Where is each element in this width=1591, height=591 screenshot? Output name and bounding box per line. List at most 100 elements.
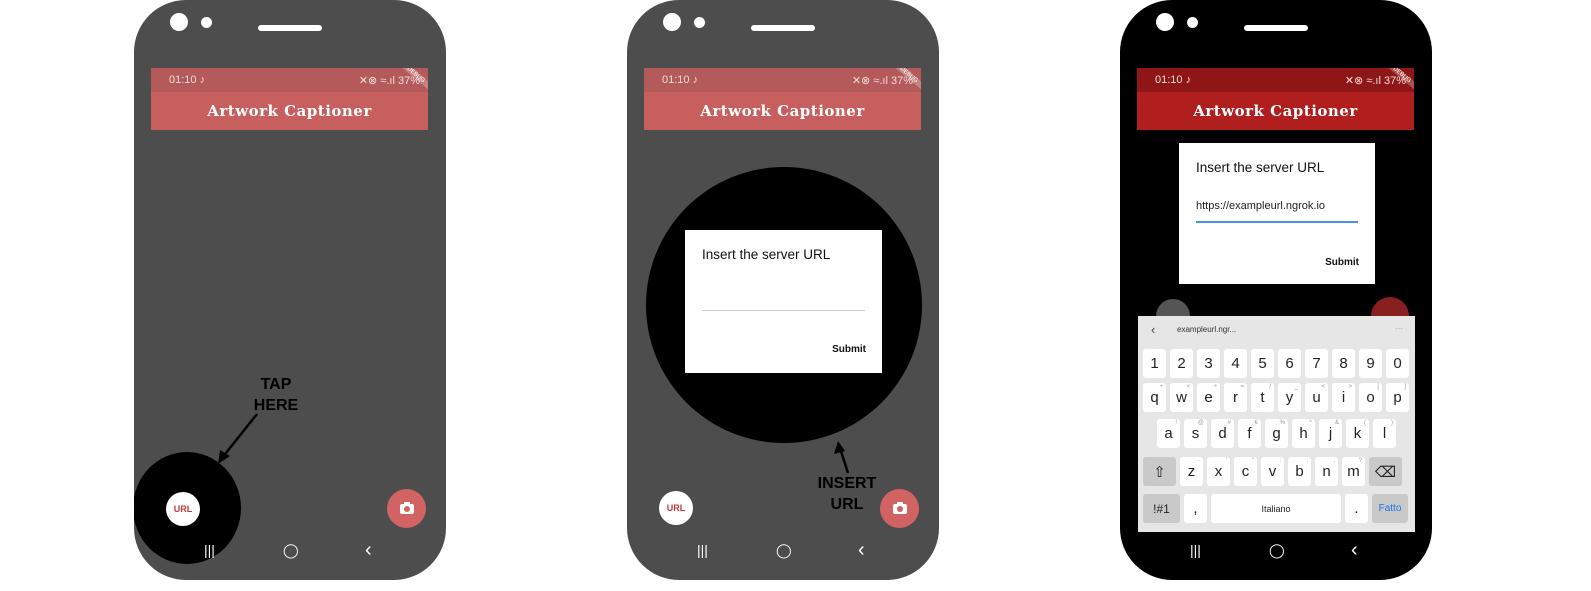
status-bar: 01:10 ♪ ✕⊗ ≈.ıl 37% DEBUG (1137, 68, 1414, 92)
key[interactable]: s @ (1184, 419, 1207, 448)
key[interactable]: 2 (1170, 349, 1193, 378)
app-screen: 01:10 ♪ ✕⊗ ≈.ıl 37% DEBUG Artwork Captio… (151, 68, 428, 130)
key[interactable]: j & (1319, 419, 1342, 448)
key[interactable]: f € (1238, 419, 1261, 448)
key-label: f (1247, 425, 1252, 442)
key-alt-label: @ (1197, 420, 1204, 426)
key-alt-label: # (1227, 420, 1231, 426)
key[interactable]: a! (1157, 419, 1180, 448)
key[interactable]: y _ (1278, 383, 1301, 412)
url-button[interactable]: URL (166, 492, 200, 526)
key-label: p (1393, 389, 1402, 406)
key-label: 1 (1150, 355, 1159, 372)
front-camera (170, 13, 188, 31)
back-icon[interactable]: ‹ (858, 540, 865, 560)
key[interactable]: h ^ (1292, 419, 1315, 448)
key[interactable]: o[ (1359, 383, 1382, 412)
key-alt-label: € (1254, 420, 1258, 426)
camera-button[interactable] (387, 489, 426, 528)
period-key[interactable]: . (1345, 494, 1368, 523)
key[interactable]: r = (1224, 383, 1247, 412)
front-camera (1156, 13, 1174, 31)
symbols-key[interactable]: !#1 (1143, 494, 1180, 523)
url-input[interactable] (702, 292, 865, 311)
key[interactable]: 0 (1386, 349, 1409, 378)
bottom-row: !#1 , Italiano . Fatto (1143, 494, 1408, 523)
home-icon[interactable]: ◯ (776, 540, 792, 560)
key-label: a (1164, 425, 1173, 442)
key[interactable]: d # (1211, 419, 1234, 448)
chevron-left-icon[interactable]: ‹ (1151, 322, 1155, 337)
number-row: 1 2 3 4 5 6 7 8 9 0 (1143, 349, 1409, 378)
callout-line-2: URL (830, 496, 864, 513)
key[interactable]: q + (1143, 383, 1166, 412)
done-key[interactable]: Fatto (1372, 494, 1408, 523)
camera-button[interactable] (880, 489, 919, 528)
key[interactable]: u < (1305, 383, 1328, 412)
key[interactable]: p] (1386, 383, 1409, 412)
key[interactable]: 7 (1305, 349, 1328, 378)
more-icon[interactable]: ··· (1395, 324, 1403, 333)
sensor (1187, 17, 1198, 28)
home-icon[interactable]: ◯ (283, 540, 299, 560)
phone-mockup-tap: 01:10 ♪ ✕⊗ ≈.ıl 37% DEBUG Artwork Captio… (134, 0, 446, 580)
recents-icon[interactable]: ||| (697, 540, 708, 560)
recents-icon[interactable]: ||| (204, 540, 215, 560)
key[interactable]: t / (1251, 383, 1274, 412)
shift-key[interactable]: ⇧ (1143, 457, 1176, 486)
key[interactable]: b; (1288, 457, 1311, 486)
key-label: j (1328, 425, 1333, 442)
key[interactable]: c " (1234, 457, 1257, 486)
symbols-label: !#1 (1153, 501, 1170, 516)
submit-button[interactable]: Submit (1325, 257, 1359, 268)
key[interactable]: 8 (1332, 349, 1355, 378)
period-label: . (1354, 500, 1359, 517)
home-icon[interactable]: ◯ (1269, 540, 1285, 560)
key[interactable]: w × (1170, 383, 1193, 412)
app-title: Artwork Captioner (644, 92, 921, 130)
recents-icon[interactable]: ||| (1190, 540, 1201, 560)
key[interactable]: 1 (1143, 349, 1166, 378)
backspace-key[interactable]: ⌫ (1369, 457, 1402, 486)
key[interactable]: n, (1315, 457, 1338, 486)
space-key[interactable]: Italiano (1211, 494, 1341, 523)
key[interactable]: v: (1261, 457, 1284, 486)
key[interactable]: i > (1332, 383, 1355, 412)
key-label: i (1341, 389, 1346, 406)
suggestion-chip[interactable]: exampleurl.ngr... (1177, 325, 1236, 334)
key[interactable]: g% (1265, 419, 1288, 448)
comma-key[interactable]: , (1184, 494, 1207, 523)
key-alt-label: [ (1377, 384, 1379, 390)
key-alt-label: ] (1404, 384, 1406, 390)
insert-arrow (834, 441, 850, 474)
url-input[interactable]: https://exampleurl.ngrok.io (1196, 199, 1358, 223)
key[interactable]: l) (1373, 419, 1396, 448)
key-label: w (1176, 389, 1187, 406)
soft-keyboard: ‹ exampleurl.ngr... ··· 1234567890 q + w × e… (1138, 316, 1415, 532)
key-label: y (1285, 389, 1294, 406)
key-label: q (1150, 389, 1159, 406)
back-icon[interactable]: ‹ (1351, 540, 1358, 560)
key[interactable]: 9 (1359, 349, 1382, 378)
key[interactable]: 6 (1278, 349, 1301, 378)
back-icon[interactable]: ‹ (365, 540, 372, 560)
key[interactable]: 5 (1251, 349, 1274, 378)
key[interactable]: 3 (1197, 349, 1220, 378)
suggestion-bar: ‹ exampleurl.ngr... ··· (1138, 316, 1415, 344)
key[interactable]: z- (1180, 457, 1203, 486)
status-bar: 01:10 ♪ ✕⊗ ≈.ıl 37% DEBUG (151, 68, 428, 92)
key-label: 4 (1231, 355, 1240, 372)
key[interactable]: x ' (1207, 457, 1230, 486)
app-screen: 01:10 ♪ ✕⊗ ≈.ıl 37% DEBUG Artwork Captio… (644, 68, 921, 130)
front-camera (663, 13, 681, 31)
key[interactable]: 4 (1224, 349, 1247, 378)
key[interactable]: m? (1342, 457, 1365, 486)
url-button[interactable]: URL (659, 491, 693, 525)
submit-button[interactable]: Submit (832, 344, 866, 355)
key[interactable]: k( (1346, 419, 1369, 448)
key-label: 5 (1258, 355, 1267, 372)
url-dialog: Insert the server URL https://exampleurl… (1179, 143, 1375, 284)
dialog-title: Insert the server URL (702, 247, 831, 262)
key[interactable]: e ÷ (1197, 383, 1220, 412)
url-dialog: Insert the server URL Submit (685, 230, 882, 373)
